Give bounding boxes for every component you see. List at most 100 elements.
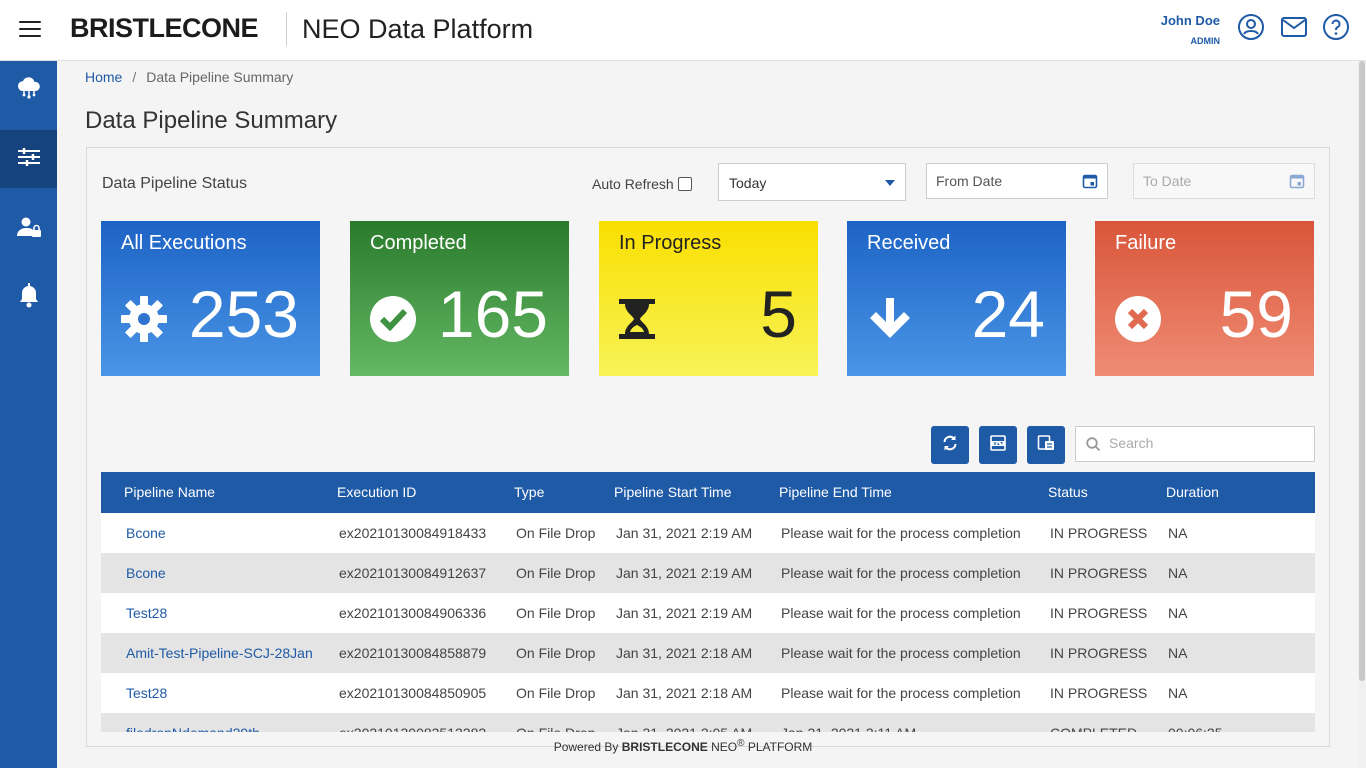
- cell-duration: NA: [1168, 565, 1188, 581]
- breadcrumb-home[interactable]: Home: [85, 69, 122, 85]
- sidebar: [0, 61, 57, 768]
- column-chooser-button[interactable]: [1027, 426, 1065, 464]
- cell-end-time: Please wait for the process completion: [781, 645, 1021, 661]
- col-status[interactable]: Status: [1048, 484, 1088, 500]
- cell-execution-id: ex20210130084850905: [339, 685, 487, 701]
- auto-refresh-checkbox[interactable]: [678, 177, 692, 191]
- card-value: 24: [971, 277, 1045, 351]
- to-date-field[interactable]: To Date: [1133, 163, 1315, 199]
- cell-end-time: Please wait for the process completion: [781, 685, 1021, 701]
- menu-icon[interactable]: [19, 21, 41, 37]
- card-title: Completed: [370, 232, 467, 254]
- card-failure[interactable]: Failure 59: [1095, 221, 1314, 376]
- cell-status: IN PROGRESS: [1050, 685, 1148, 701]
- export-xlsx-button[interactable]: [979, 426, 1017, 464]
- table-row[interactable]: Amit-Test-Pipeline-SCJ-28Jan ex2021013008…: [101, 633, 1315, 673]
- cell-pipeline-name[interactable]: Amit-Test-Pipeline-SCJ-28Jan: [126, 645, 313, 661]
- footer-neo: NEO: [711, 740, 738, 754]
- gear-icon: [119, 294, 169, 349]
- cell-start-time: Jan 31, 2021 2:19 AM: [616, 565, 753, 581]
- col-start-time[interactable]: Pipeline Start Time: [614, 484, 732, 500]
- date-range-value: Today: [729, 175, 767, 191]
- cell-duration: NA: [1168, 645, 1188, 661]
- user-circle-icon[interactable]: [1237, 13, 1265, 41]
- check-circle-icon: [368, 294, 418, 349]
- footer: Powered By BRISTLECONE NEO® PLATFORM: [0, 738, 1366, 754]
- calendar-icon[interactable]: [1289, 173, 1305, 192]
- user-lock-icon: [15, 213, 43, 246]
- cell-duration: 00:06:25: [1168, 725, 1223, 732]
- cell-start-time: Jan 31, 2021 2:18 AM: [616, 685, 753, 701]
- sidebar-item-users[interactable]: [0, 200, 57, 258]
- col-duration[interactable]: Duration: [1166, 484, 1219, 500]
- chevron-down-icon: [885, 180, 895, 186]
- col-execution-id[interactable]: Execution ID: [337, 484, 416, 500]
- cell-start-time: Jan 31, 2021 2:19 AM: [616, 605, 753, 621]
- calendar-icon[interactable]: [1082, 173, 1098, 192]
- card-value: 165: [437, 277, 548, 351]
- breadcrumb-separator: /: [132, 69, 137, 85]
- cell-pipeline-name[interactable]: Test28: [126, 605, 167, 621]
- cell-duration: NA: [1168, 605, 1188, 621]
- card-title: Failure: [1115, 232, 1177, 254]
- from-date-field[interactable]: From Date: [926, 163, 1108, 199]
- refresh-button[interactable]: [931, 426, 969, 464]
- card-title: In Progress: [619, 232, 722, 254]
- card-value: 59: [1219, 277, 1293, 351]
- divider: [286, 12, 287, 46]
- card-received[interactable]: Received 24: [847, 221, 1066, 376]
- table-row[interactable]: filedropNdemand29th ex20210130083512282 On…: [101, 713, 1315, 732]
- help-circle-icon[interactable]: [1322, 13, 1350, 41]
- cell-duration: NA: [1168, 525, 1188, 541]
- footer-prefix: Powered By: [553, 740, 619, 754]
- card-title: Received: [867, 232, 951, 254]
- user-name[interactable]: John Doe: [1161, 13, 1220, 28]
- search-input[interactable]: [1109, 435, 1299, 451]
- col-type[interactable]: Type: [514, 484, 544, 500]
- to-date-placeholder: To Date: [1143, 173, 1192, 189]
- cell-type: On File Drop: [516, 645, 596, 661]
- column-chooser-icon: [1037, 434, 1055, 457]
- auto-refresh-label: Auto Refresh: [592, 176, 674, 192]
- sidebar-item-notifications[interactable]: [0, 269, 57, 327]
- sidebar-item-cloud[interactable]: [0, 61, 57, 119]
- table-row[interactable]: Bcone ex20210130084912637 On File Drop Jan …: [101, 553, 1315, 593]
- table-header: Pipeline Name Execution ID Type Pipeline…: [101, 472, 1315, 513]
- page-scrollbar[interactable]: [1358, 61, 1366, 768]
- cell-pipeline-name[interactable]: filedropNdemand29th: [126, 725, 260, 732]
- cell-end-time: Please wait for the process completion: [781, 565, 1021, 581]
- cell-pipeline-name[interactable]: Bcone: [126, 525, 166, 541]
- card-completed[interactable]: Completed 165: [350, 221, 569, 376]
- cell-type: On File Drop: [516, 565, 596, 581]
- card-value: 5: [760, 277, 797, 351]
- cell-execution-id: ex20210130083512282: [339, 725, 486, 732]
- mail-icon[interactable]: [1280, 13, 1308, 41]
- cell-end-time: Please wait for the process completion: [781, 525, 1021, 541]
- pipeline-sliders-icon: [15, 143, 43, 176]
- cell-type: On File Drop: [516, 725, 595, 732]
- table-row[interactable]: Test28 ex20210130084850905 On File Drop Jan…: [101, 673, 1315, 713]
- cell-execution-id: ex20210130084912637: [339, 565, 487, 581]
- from-date-placeholder: From Date: [936, 173, 1003, 189]
- table-row[interactable]: Bcone ex20210130084918433 On File Drop Jan …: [101, 513, 1315, 553]
- card-in-progress[interactable]: In Progress 5: [599, 221, 818, 376]
- cell-pipeline-name[interactable]: Bcone: [126, 565, 166, 581]
- col-pipeline-name[interactable]: Pipeline Name: [124, 484, 215, 500]
- table-body: Bcone ex20210130084918433 On File Drop Jan …: [101, 513, 1315, 732]
- card-all-executions[interactable]: All Executions 253: [101, 221, 320, 376]
- col-end-time[interactable]: Pipeline End Time: [779, 484, 892, 500]
- arrow-down-icon: [865, 294, 915, 349]
- pipeline-status-panel: Data Pipeline Status Auto Refresh Today …: [86, 147, 1330, 747]
- cell-type: On File Drop: [516, 525, 596, 541]
- cell-start-time: Jan 31, 2021 2:18 AM: [616, 645, 753, 661]
- sidebar-item-pipelines[interactable]: [0, 130, 57, 188]
- page-title: Data Pipeline Summary: [85, 107, 338, 134]
- table-row[interactable]: Test28 ex20210130084906336 On File Drop Jan…: [101, 593, 1315, 633]
- date-range-select[interactable]: Today: [718, 163, 906, 201]
- search-icon: [1086, 437, 1101, 457]
- app-title: NEO Data Platform: [302, 14, 534, 44]
- cell-pipeline-name[interactable]: Test28: [126, 685, 167, 701]
- brand-logo: BRISTLECONE: [70, 13, 259, 43]
- cell-start-time: Jan 31, 2021 2:05 AM: [616, 725, 752, 732]
- scrollbar-thumb[interactable]: [1359, 61, 1365, 681]
